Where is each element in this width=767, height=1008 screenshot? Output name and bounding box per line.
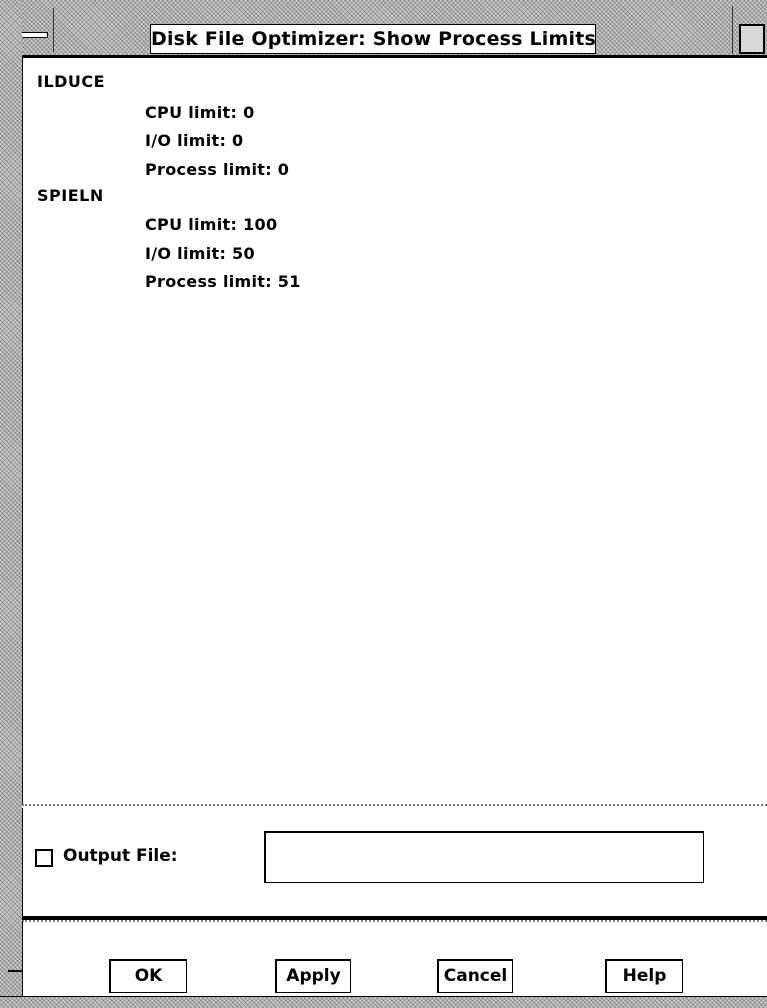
cpu-limit: CPU limit: 0: [145, 103, 255, 122]
help-button[interactable]: Help: [605, 959, 683, 993]
io-limit: I/O limit: 50: [145, 244, 255, 263]
process-name: ILDUCE: [37, 72, 106, 91]
ok-button[interactable]: OK: [109, 959, 187, 993]
cpu-limit: CPU limit: 100: [145, 215, 278, 234]
dialog-window: Disk File Optimizer: Show Process Limits…: [0, 0, 767, 1008]
window-title: Disk File Optimizer: Show Process Limits: [150, 24, 596, 54]
output-file-section: Output File:: [22, 808, 767, 916]
process-limit: Process limit: 0: [145, 160, 290, 179]
button-bar: OK Apply Cancel Help: [22, 920, 767, 996]
cancel-button[interactable]: Cancel: [437, 959, 513, 993]
window-frame-left: [0, 0, 22, 1008]
window-frame-bottom[interactable]: [0, 996, 767, 1008]
resize-icon: [739, 24, 765, 54]
apply-button[interactable]: Apply: [275, 959, 351, 993]
output-file-checkbox[interactable]: [35, 849, 53, 867]
process-limit: Process limit: 51: [145, 272, 301, 291]
resize-button[interactable]: [732, 6, 767, 54]
io-limit: I/O limit: 0: [145, 131, 244, 150]
output-file-input[interactable]: [264, 831, 704, 883]
process-limits-list: ILDUCE CPU limit: 0 I/O limit: 0 Process…: [22, 58, 767, 804]
frame-resize-handle[interactable]: [8, 970, 22, 972]
title-bar[interactable]: Disk File Optimizer: Show Process Limits: [0, 0, 767, 58]
process-name: SPIELN: [37, 186, 104, 205]
output-file-label: Output File:: [63, 846, 178, 866]
